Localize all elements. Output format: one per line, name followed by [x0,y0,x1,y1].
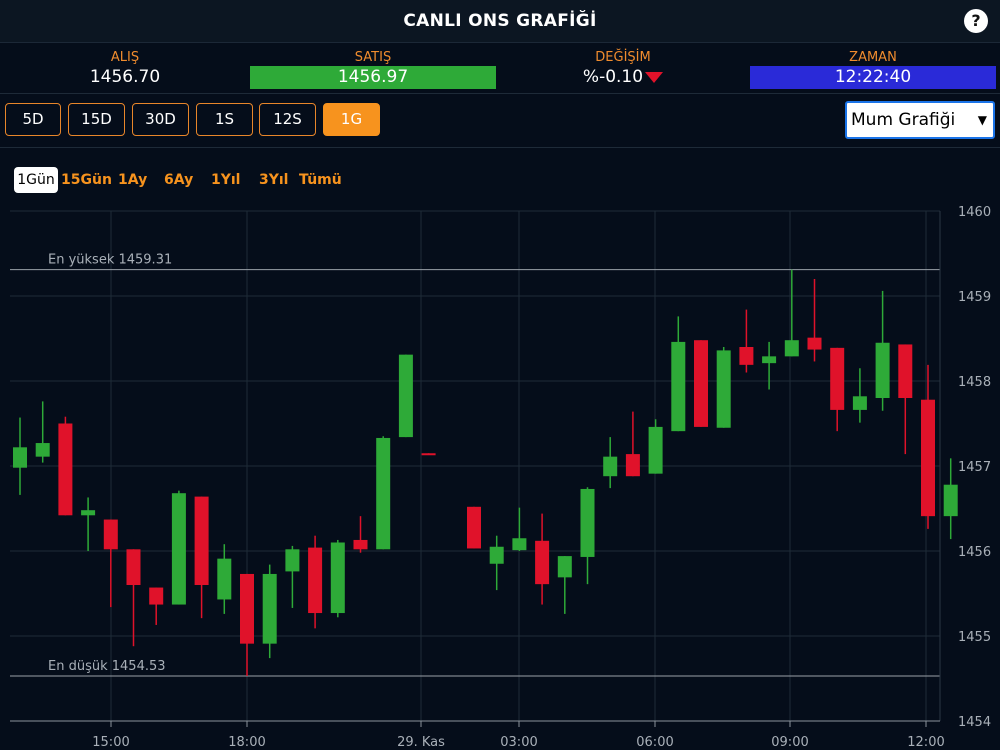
candle-body [467,506,481,549]
y-tick-label: 1458 [958,375,991,390]
candle-body [308,547,323,614]
candle-body [784,340,799,357]
candle-body [762,356,777,364]
candle-body [330,542,345,614]
candle-body [217,558,232,600]
candles [13,269,958,676]
candle-body [171,493,186,605]
divider [0,147,1000,148]
candle-body [81,510,96,516]
candle-body [194,496,209,585]
stat-alis: ALIŞ 1456.70 [0,46,250,92]
stat-degisim-label: DEĞİŞİM [595,50,651,65]
stat-zaman: ZAMAN 12:22:40 [748,46,998,92]
x-tick-label: 15:00 [92,735,129,750]
low-annotation-label: En düşük 1454.53 [48,659,166,674]
candle-body [262,573,277,644]
candle-body [739,347,754,365]
price-stats: ALIŞ 1456.70 SATIŞ 1456.97 DEĞİŞİM %-0.1… [0,46,1000,92]
stat-satis-value: 1456.97 [250,66,496,89]
candle-body [489,546,504,564]
candle-body [603,456,618,477]
candle-body [149,587,164,605]
stat-degisim: DEĞİŞİM %-0.10 [498,46,748,92]
high-annotation-label: En yüksek 1459.31 [48,253,172,268]
annotations: En yüksek 1459.31 En düşük 1454.53 [10,253,940,677]
stat-degisim-row: %-0.10 [498,66,748,89]
x-tick-label: 06:00 [636,735,673,750]
interval-button-1s[interactable]: 1S [196,103,253,136]
stat-satis: SATIŞ 1456.97 [248,46,498,92]
candle-body [807,337,822,350]
interval-button-5d[interactable]: 5D [5,103,61,136]
candle-body [625,454,640,477]
candle-body [353,539,368,550]
divider [0,93,1000,94]
help-icon[interactable]: ? [964,9,988,33]
candle-body [126,549,141,585]
candle-body [557,556,572,578]
x-tick-label: 09:00 [771,735,808,750]
candle-body [921,399,935,517]
candle-body [376,437,391,550]
candle-body [421,453,436,456]
interval-button-15d[interactable]: 15D [68,103,125,136]
candle-body [512,538,527,551]
y-tick-label: 1455 [958,630,991,645]
candle-body [285,549,300,572]
x-tick-label: 29. Kas [397,735,445,750]
interval-button-1g[interactable]: 1G [323,103,380,136]
dropdown-arrow-icon: ▼ [977,113,987,127]
candle-body [35,443,50,457]
y-tick-label: 1459 [958,290,991,305]
stat-degisim-value: %-0.10 [582,67,644,87]
page-title: CANLI ONS GRAFİĞİ [403,11,597,31]
candle-body [535,540,550,585]
down-triangle-icon [645,71,664,83]
x-tick-label: 12:00 [907,735,944,750]
stat-zaman-label: ZAMAN [849,50,897,65]
candle-body [898,344,913,398]
x-tick-label: 03:00 [500,735,537,750]
candle-body [875,342,890,398]
grid [10,210,940,722]
title-bar: CANLI ONS GRAFİĞİ ? [0,0,1000,43]
candle-body [648,426,663,474]
candle-body [240,573,254,644]
interval-button-30d[interactable]: 30D [132,103,189,136]
candle-body [103,519,118,550]
candle-body [58,423,73,516]
candle-body [716,350,731,428]
chart-type-selected: Mum Grafiği [851,110,956,130]
candlestick-chart[interactable]: En yüksek 1459.31 En düşük 1454.53 1460 14… [0,150,1000,750]
interval-button-12s[interactable]: 12S [259,103,316,136]
candle-body [852,396,867,410]
stat-alis-value: 1456.70 [89,67,161,87]
y-tick-label: 1454 [958,715,991,730]
y-tick-label: 1457 [958,460,991,475]
stat-zaman-value: 12:22:40 [750,66,996,89]
candle-body [13,447,27,468]
candle-body [580,488,595,557]
y-tick-label: 1456 [958,545,991,560]
candle-body [694,340,708,427]
y-tick-label: 1460 [958,205,991,220]
chart-type-select[interactable]: Mum Grafiği ▼ [845,101,995,139]
candle-body [830,347,845,410]
candle-body [398,354,413,438]
stat-satis-label: SATIŞ [354,50,392,65]
x-tick-label: 18:00 [228,735,265,750]
candle-body [943,484,958,517]
candle-body [671,341,686,432]
stat-alis-label: ALIŞ [110,50,140,65]
